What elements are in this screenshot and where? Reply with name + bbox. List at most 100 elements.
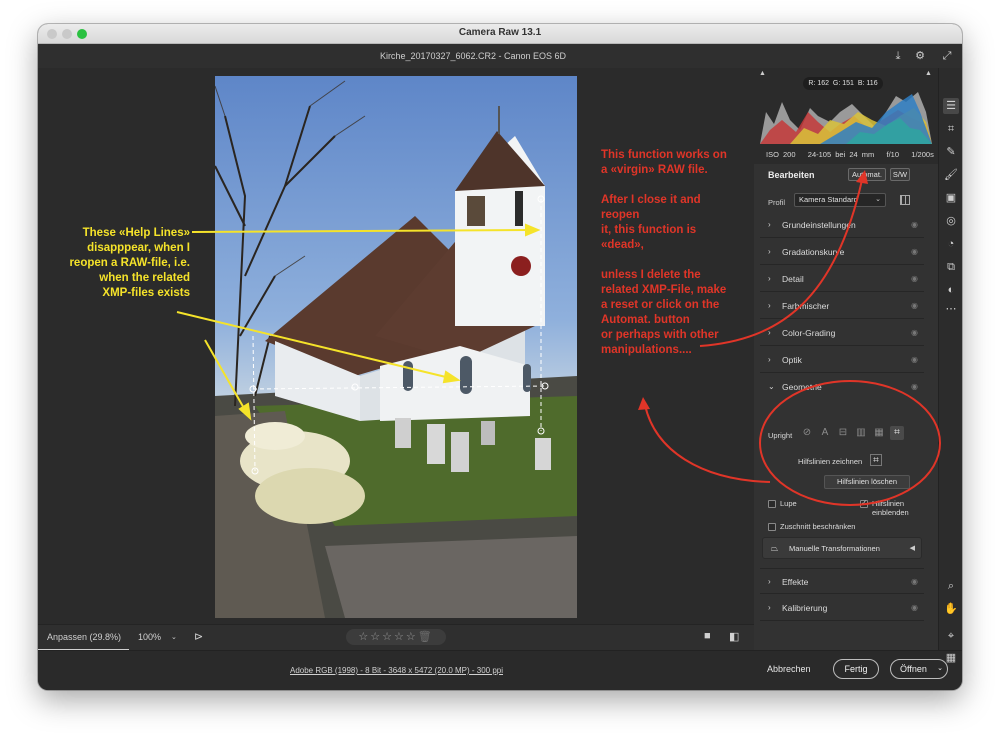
canvas-toolbar: Anpassen (29.8%) 100% ⌄ ⊳ ☆☆☆☆☆🗑 ■ ◧ (38, 624, 754, 651)
fit-zoom-tab[interactable]: Anpassen (29.8%) (38, 625, 129, 651)
loupe-checkbox[interactable] (768, 500, 776, 508)
star-icon[interactable]: ☆ (406, 629, 418, 645)
brush-icon[interactable]: 🖌 (943, 167, 959, 183)
eye-icon[interactable]: ◉ (911, 274, 918, 283)
r-label: R: (808, 80, 816, 87)
r-value: 162 (817, 80, 830, 87)
constrain-crop-label: Zuschnitt beschränken (780, 522, 856, 531)
eye-icon[interactable]: ◉ (911, 328, 918, 337)
gradient-icon[interactable]: ▣ (943, 190, 959, 206)
upright-auto-icon[interactable]: A (818, 426, 832, 440)
file-title: Kirche_20170327_6062.CR2 - Canon EOS 6D (379, 51, 567, 61)
eye-icon[interactable]: ◉ (911, 577, 918, 586)
section-label: Gradationskurve (782, 247, 845, 257)
compare-view-icon[interactable]: ◧ (729, 630, 739, 643)
exif-lens: 24-105 bei 24 mm (807, 150, 875, 159)
file-bar: Kirche_20170327_6062.CR2 - Canon EOS 6D … (38, 44, 962, 68)
star-icon[interactable]: ☆ (358, 629, 370, 645)
g-label: G: (832, 80, 841, 87)
trash-icon[interactable]: 🗑 (418, 629, 434, 645)
section-label: Grundeinstellungen (782, 220, 856, 230)
crop-icon[interactable]: ⌗ (943, 121, 959, 137)
section-optics[interactable]: › Optik ◉ (760, 347, 924, 373)
eye-icon[interactable]: ◉ (911, 301, 918, 310)
cancel-button[interactable]: Abbrechen (767, 664, 811, 674)
star-icon[interactable]: ☆ (394, 629, 406, 645)
chevron-right-icon: › (768, 577, 771, 586)
section-label: Detail (782, 274, 804, 284)
radial-filter-icon[interactable]: ◎ (943, 213, 959, 229)
clear-guides-button[interactable]: Hilfslinien löschen (824, 475, 910, 489)
auto-button[interactable]: Automat. (848, 168, 886, 181)
chevron-right-icon: › (768, 247, 771, 256)
workflow-options-link[interactable]: Adobe RGB (1998) - 8 Bit - 3648 x 5472 (… (290, 666, 503, 675)
profile-browser-icon[interactable] (900, 195, 910, 205)
fullscreen-icon[interactable]: ⤢ (941, 50, 953, 62)
upright-guided-icon[interactable]: ⌗ (890, 426, 904, 440)
star-icon[interactable]: ☆ (370, 629, 382, 645)
star-rating[interactable]: ☆☆☆☆☆🗑 (346, 629, 446, 645)
section-basic[interactable]: › Grundeinstellungen ◉ (760, 212, 924, 238)
gear-icon[interactable]: ⚙ (914, 50, 926, 62)
done-button[interactable]: Fertig (833, 659, 879, 679)
bw-button[interactable]: S/W (890, 168, 910, 181)
b-label: B: (857, 80, 865, 87)
manual-transform-label: Manuelle Transformationen (789, 544, 880, 553)
chevron-right-icon: › (768, 220, 771, 229)
fit-zoom-label: Anpassen (29.8%) (47, 632, 122, 642)
section-tone-curve[interactable]: › Gradationskurve ◉ (760, 239, 924, 265)
upright-off-icon[interactable]: ⊘ (800, 426, 814, 440)
section-label: Optik (782, 355, 802, 365)
open-button[interactable]: Öffnen ⌄ (890, 659, 948, 679)
eye-icon[interactable]: ◉ (911, 220, 918, 229)
constrain-crop-checkbox[interactable] (768, 523, 776, 531)
manual-transform-toggle[interactable]: ⏢ Manuelle Transformationen ◀ (762, 537, 922, 559)
draw-guides-icon[interactable]: ⌗ (870, 454, 882, 466)
draw-guides-label: Hilfslinien zeichnen (798, 457, 863, 466)
show-guides-checkbox[interactable]: ✓ (860, 500, 868, 508)
edit-sliders-icon[interactable]: ☰ (943, 98, 959, 114)
section-color-mixer[interactable]: › Farbmischer ◉ (760, 293, 924, 319)
shadow-clipping-icon[interactable]: ▲ (759, 70, 766, 77)
upright-vertical-icon[interactable]: ▥ (854, 426, 868, 440)
eye-icon[interactable]: ◉ (911, 355, 918, 364)
zoom-dropdown-icon[interactable]: ⌄ (171, 633, 177, 641)
profile-select[interactable]: Kamera Standard ⌄ (794, 193, 886, 207)
eye-icon[interactable]: ◉ (911, 603, 918, 612)
section-color-grading[interactable]: › Color-Grading ◉ (760, 320, 924, 346)
upright-full-icon[interactable]: ▦ (872, 426, 886, 440)
section-calibration[interactable]: › Kalibrierung ◉ (760, 595, 924, 621)
before-after-icon[interactable]: ■ (704, 630, 711, 642)
footer-bar: Adobe RGB (1998) - 8 Bit - 3648 x 5472 (… (38, 650, 962, 690)
chevron-left-icon: ◀ (909, 545, 915, 552)
save-image-icon[interactable]: ⤓ (892, 50, 904, 62)
presets-icon[interactable]: ◐ (943, 282, 959, 298)
section-geometry[interactable]: ⌄ Geometrie ◉ (760, 374, 924, 400)
exif-info: ISO 200 24-105 bei 24 mm f/10 1/200s (766, 150, 934, 159)
chevron-down-icon: ⌄ (768, 382, 775, 391)
snapshots-icon[interactable]: ⧉ (943, 259, 959, 275)
more-icon[interactable]: ⋯ (943, 301, 959, 317)
hand-tool-icon[interactable]: ✋ (943, 601, 959, 617)
star-icon[interactable]: ☆ (382, 629, 394, 645)
image-canvas[interactable] (38, 68, 754, 624)
zoom-100-label[interactable]: 100% (138, 632, 161, 642)
healing-icon[interactable]: ✎ (943, 144, 959, 160)
grid-overlay-icon[interactable]: ▦ (943, 650, 959, 666)
section-label: Color-Grading (782, 328, 836, 338)
edit-panel: Bearbeiten Automat. S/W Profil Kamera St… (754, 164, 938, 650)
upright-label: Upright (768, 431, 793, 440)
filmstrip-toggle-icon[interactable]: ⊳ (194, 630, 203, 643)
color-sampler-icon[interactable]: ⌖ (943, 628, 959, 644)
eye-icon[interactable]: ◉ (911, 382, 918, 391)
highlight-clipping-icon[interactable]: ▲ (925, 70, 932, 77)
eye-icon[interactable]: ◉ (911, 247, 918, 256)
edit-panel-title: Bearbeiten (768, 170, 815, 180)
section-label: Effekte (782, 577, 809, 587)
photo-preview[interactable] (215, 76, 577, 618)
upright-level-icon[interactable]: ⊟ (836, 426, 850, 440)
red-eye-icon[interactable]: ◔ (943, 236, 959, 252)
zoom-tool-icon[interactable]: ⌕ (943, 578, 959, 594)
section-effects[interactable]: › Effekte ◉ (760, 568, 924, 594)
section-detail[interactable]: › Detail ◉ (760, 266, 924, 292)
